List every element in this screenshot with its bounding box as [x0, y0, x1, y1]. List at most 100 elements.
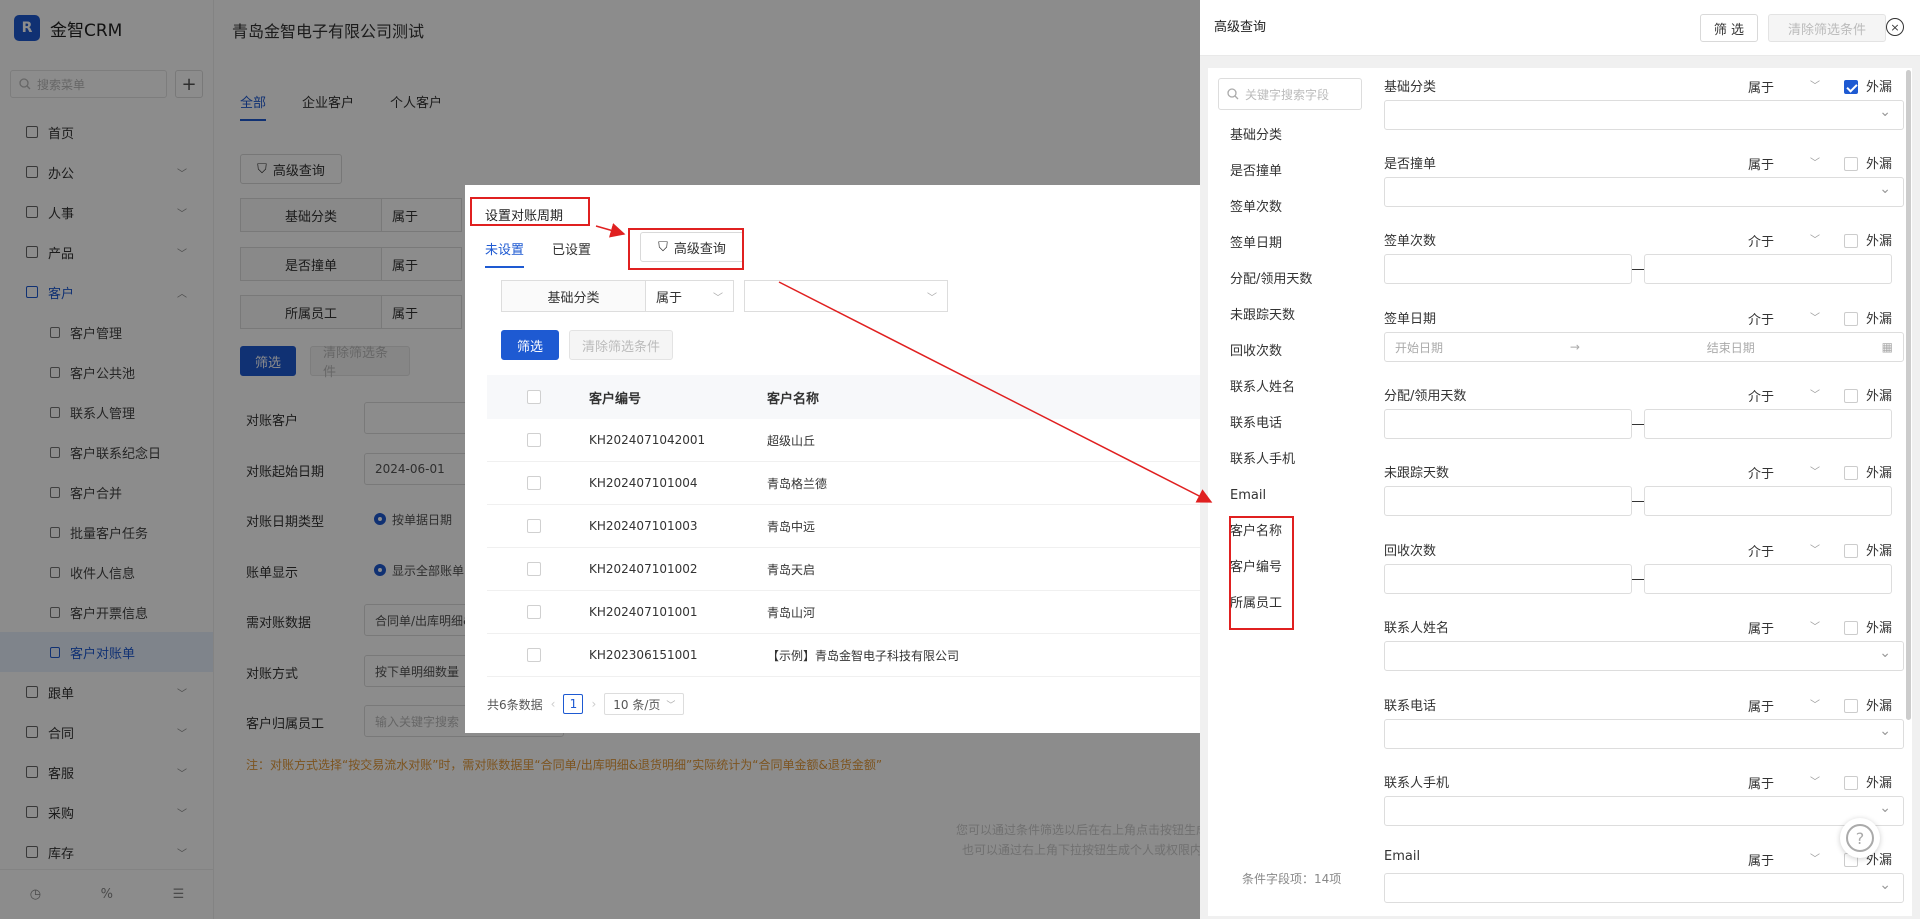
field-list-item[interactable]: 客户编号	[1230, 558, 1312, 594]
range-min-input[interactable]	[1384, 409, 1632, 439]
field-list-item[interactable]: 是否撞单	[1230, 162, 1312, 198]
page-size-select[interactable]: 10 条/页 ﹀	[604, 693, 685, 715]
range-min-input[interactable]	[1384, 564, 1632, 594]
chevron-down-icon[interactable]: ﹀	[1810, 463, 1820, 478]
close-icon[interactable]: ×	[1886, 18, 1904, 36]
range-max-input[interactable]	[1644, 409, 1892, 439]
field-list-item[interactable]: 所属员工	[1230, 594, 1312, 630]
expose-checkbox[interactable]	[1844, 621, 1858, 635]
modal-tabs: 未设置 已设置	[485, 239, 591, 268]
help-button[interactable]: ?	[1840, 818, 1880, 858]
modal-filter-button[interactable]: 筛选	[501, 330, 559, 360]
condition-value-select[interactable]	[1384, 796, 1904, 826]
chevron-down-icon[interactable]: ﹀	[1810, 850, 1820, 865]
chevron-down-icon[interactable]: ﹀	[1810, 154, 1820, 169]
condition-value-select[interactable]	[1384, 873, 1904, 903]
condition-operator[interactable]: 属于	[1748, 850, 1774, 869]
condition-operator[interactable]: 介于	[1748, 231, 1774, 250]
expose-checkbox[interactable]	[1844, 466, 1858, 480]
modal-clear-button[interactable]: 清除筛选条件	[569, 330, 673, 360]
customer-code: KH202407101004	[589, 476, 698, 490]
condition-operator[interactable]: 属于	[1748, 618, 1774, 637]
filter-op-select[interactable]: 属于 ﹀	[646, 280, 734, 312]
expose-checkbox[interactable]	[1844, 234, 1858, 248]
field-list-item[interactable]: 联系人姓名	[1230, 378, 1312, 414]
row-checkbox[interactable]	[527, 519, 541, 533]
date-range-picker[interactable]: 开始日期 → 结束日期 ▦	[1384, 332, 1904, 362]
field-list-item[interactable]: 客户名称	[1230, 522, 1312, 558]
row-checkbox[interactable]	[527, 605, 541, 619]
condition-value-select[interactable]	[1384, 719, 1904, 749]
table-row[interactable]: KH202306151001 【示例】青岛金智电子科技有限公司	[487, 634, 1200, 677]
prev-page-icon[interactable]: ‹	[551, 697, 556, 711]
chevron-down-icon[interactable]: ﹀	[1810, 541, 1820, 556]
range-min-input[interactable]	[1384, 486, 1632, 516]
pagination: 共6条数据 ‹ 1 › 10 条/页 ﹀	[487, 693, 685, 715]
panel-clear-button[interactable]: 清除筛选条件	[1768, 14, 1886, 42]
row-checkbox[interactable]	[527, 476, 541, 490]
condition-operator[interactable]: 属于	[1748, 154, 1774, 173]
expose-checkbox[interactable]	[1844, 544, 1858, 558]
condition-operator[interactable]: 介于	[1748, 541, 1774, 560]
column-header: 客户编号	[589, 391, 642, 407]
field-list-item[interactable]: 联系电话	[1230, 414, 1312, 450]
row-checkbox[interactable]	[527, 648, 541, 662]
row-checkbox[interactable]	[527, 562, 541, 576]
tab-unset[interactable]: 未设置	[485, 239, 525, 268]
row-checkbox[interactable]	[527, 433, 541, 447]
condition-operator[interactable]: 介于	[1748, 386, 1774, 405]
field-search-input[interactable]: 关键字搜索字段	[1218, 78, 1362, 110]
field-list-item[interactable]: Email	[1230, 486, 1312, 522]
range-max-input[interactable]	[1644, 564, 1892, 594]
chevron-down-icon[interactable]: ﹀	[1810, 386, 1820, 401]
field-list-item[interactable]: 未跟踪天数	[1230, 306, 1312, 342]
table-row[interactable]: KH202407101002 青岛天启	[487, 548, 1200, 591]
table-row[interactable]: KH202407101001 青岛山河	[487, 591, 1200, 634]
expose-checkbox[interactable]	[1844, 389, 1858, 403]
table-row[interactable]: KH2024071042001 超级山丘	[487, 419, 1200, 462]
next-page-icon[interactable]: ›	[591, 697, 596, 711]
expose-checkbox[interactable]	[1844, 312, 1858, 326]
range-max-input[interactable]	[1644, 254, 1892, 284]
condition-operator[interactable]: 属于	[1748, 773, 1774, 792]
field-list-item[interactable]: 联系人手机	[1230, 450, 1312, 486]
chevron-down-icon[interactable]: ﹀	[1810, 618, 1820, 633]
page-number[interactable]: 1	[563, 694, 584, 714]
condition-operator[interactable]: 介于	[1748, 309, 1774, 328]
field-list-item[interactable]: 回收次数	[1230, 342, 1312, 378]
chevron-down-icon[interactable]: ﹀	[1810, 773, 1820, 788]
condition-value-select[interactable]	[1384, 177, 1904, 207]
chevron-down-icon[interactable]: ﹀	[1810, 77, 1820, 92]
range-min-input[interactable]	[1384, 254, 1632, 284]
page-size-label: 10 条/页	[613, 697, 661, 712]
condition-value-select[interactable]	[1384, 641, 1904, 671]
date-start-placeholder: 开始日期	[1395, 340, 1444, 355]
expose-label: 外漏	[1866, 80, 1893, 95]
condition-operator[interactable]: 属于	[1748, 77, 1774, 96]
expose-checkbox[interactable]	[1844, 157, 1858, 171]
modal-advanced-query-button[interactable]: ⛉ 高级查询	[640, 232, 744, 262]
range-max-input[interactable]	[1644, 486, 1892, 516]
modal-filter-row: 基础分类 属于 ﹀ ﹀	[501, 280, 948, 312]
filter-value-select[interactable]: ﹀	[744, 280, 948, 312]
condition-operator[interactable]: 属于	[1748, 696, 1774, 715]
panel-scrollbar[interactable]	[1906, 70, 1911, 720]
chevron-down-icon[interactable]: ﹀	[1810, 696, 1820, 711]
expose-checkbox[interactable]	[1844, 80, 1858, 94]
expose-checkbox[interactable]	[1844, 776, 1858, 790]
table-row[interactable]: KH202407101003 青岛中远	[487, 505, 1200, 548]
expose-checkbox[interactable]	[1844, 699, 1858, 713]
table-row[interactable]: KH202407101004 青岛格兰德	[487, 462, 1200, 505]
field-list-item[interactable]: 签单日期	[1230, 234, 1312, 270]
tab-set[interactable]: 已设置	[552, 239, 591, 268]
range-separator	[1632, 423, 1644, 425]
select-all-checkbox[interactable]	[527, 390, 541, 404]
chevron-down-icon[interactable]: ﹀	[1810, 309, 1820, 324]
condition-operator[interactable]: 介于	[1748, 463, 1774, 482]
chevron-down-icon[interactable]: ﹀	[1810, 231, 1820, 246]
panel-filter-button[interactable]: 筛 选	[1700, 14, 1758, 42]
field-list-item[interactable]: 基础分类	[1230, 126, 1312, 162]
condition-value-select[interactable]	[1384, 100, 1904, 130]
field-list-item[interactable]: 签单次数	[1230, 198, 1312, 234]
field-list-item[interactable]: 分配/领用天数	[1230, 270, 1312, 306]
